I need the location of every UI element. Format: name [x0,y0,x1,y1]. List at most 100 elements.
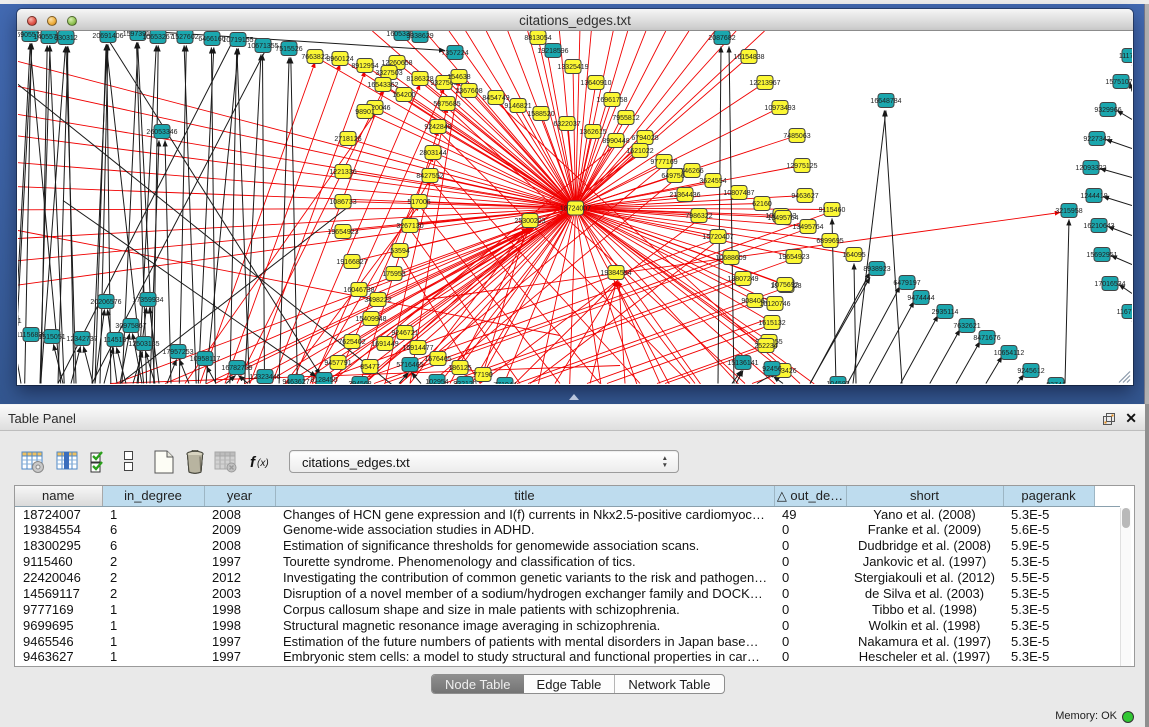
svg-text:9329966: 9329966 [1094,107,1121,114]
svg-text:10654112: 10654112 [994,350,1025,357]
svg-text:102954: 102954 [425,379,448,384]
svg-text:111724: 111724 [1119,53,1132,60]
svg-text:16914477: 16914477 [402,345,433,352]
svg-text:3267130: 3267130 [396,223,423,230]
svg-text:1244419: 1244419 [1080,193,1107,200]
svg-text:7632621: 7632621 [953,323,980,330]
svg-text:9115460: 9115460 [819,207,846,214]
svg-text:2087682: 2087682 [708,35,735,42]
svg-text:517006: 517006 [407,199,430,206]
svg-text:19218596: 19218596 [537,48,568,55]
svg-text:9227342: 9227342 [1083,136,1110,143]
svg-text:7625402: 7625402 [338,339,365,346]
svg-text:15136141: 15136141 [727,360,758,367]
svg-text:83741: 83741 [1046,382,1066,384]
svg-text:7663822: 7663822 [301,54,328,61]
svg-text:13495764: 13495764 [767,215,798,222]
svg-text:19384554: 19384554 [600,270,631,277]
svg-text:7515526: 7515526 [275,46,302,53]
svg-text:f: f [250,454,257,471]
svg-text:16782759: 16782759 [221,365,252,372]
svg-text:1086733: 1086733 [329,199,356,206]
svg-text:9463627: 9463627 [282,379,309,384]
svg-text:1362615: 1362615 [579,129,606,136]
svg-text:1167534: 1167534 [1117,309,1132,316]
svg-text:8938923: 8938923 [863,266,890,273]
svg-text:10671355: 10671355 [247,43,278,50]
svg-text:2718126: 2718126 [334,136,361,143]
svg-text:(x): (x) [257,458,269,469]
svg-text:9474444: 9474444 [907,295,934,302]
svg-text:53594: 53594 [390,248,410,255]
svg-text:8427552: 8427552 [416,173,443,180]
svg-text:26053346: 26053346 [146,129,177,136]
svg-text:6479197: 6479197 [893,280,920,287]
svg-text:1691449: 1691449 [371,341,398,348]
svg-text:164200: 164200 [392,92,415,99]
svg-text:3327503: 3327503 [375,70,402,77]
svg-text:335061: 335061 [18,318,22,325]
svg-text:16120746: 16120746 [759,301,790,308]
svg-text:9463627: 9463627 [791,193,818,200]
svg-text:9777169: 9777169 [650,159,677,166]
svg-text:15720407: 15720407 [702,234,733,241]
svg-text:1621022: 1621022 [626,148,653,155]
svg-text:252234: 252234 [754,343,777,350]
svg-text:8128455: 8128455 [310,377,337,384]
svg-text:15751074: 15751074 [1105,79,1132,86]
svg-text:16046738: 16046738 [343,287,374,294]
svg-text:1527602: 1527602 [171,34,198,41]
svg-text:12093322: 12093322 [1075,165,1106,172]
svg-text:25300203: 25300203 [514,218,545,225]
svg-text:13640910: 13640910 [580,80,611,87]
svg-text:85477: 85477 [360,364,380,371]
svg-text:9246721: 9246721 [391,330,418,337]
svg-text:8960124: 8960124 [326,56,353,63]
svg-text:16154838: 16154838 [733,54,764,61]
svg-text:20691406: 20691406 [92,33,123,40]
svg-text:92456: 92456 [762,366,782,373]
svg-text:16648784: 16648784 [870,98,901,105]
svg-text:12342737: 12342737 [66,336,97,343]
svg-text:2803144: 2803144 [419,150,446,157]
svg-text:12213967: 12213967 [749,80,780,87]
svg-text:3215958: 3215958 [1055,208,1082,215]
svg-text:17957253: 17957253 [162,349,193,356]
svg-text:6322037: 6322037 [553,121,580,128]
svg-text:932120: 932120 [453,381,476,384]
svg-text:77190: 77190 [473,372,493,379]
svg-text:154638: 154638 [447,74,470,81]
svg-text:20206576: 20206576 [90,299,121,306]
svg-text:164095: 164095 [842,252,865,259]
svg-text:1588520: 1588520 [527,111,554,118]
svg-text:18724007: 18724007 [560,205,591,212]
svg-text:62160: 62160 [752,201,772,208]
svg-text:19166827: 19166827 [336,259,367,266]
svg-text:1515051: 1515051 [38,334,65,341]
svg-text:15692951: 15692951 [1086,252,1117,259]
svg-text:6794028: 6794028 [631,135,658,142]
svg-text:3498222: 3498222 [364,297,391,304]
svg-text:8990448: 8990448 [602,138,629,145]
svg-text:930312: 930312 [54,35,77,42]
svg-text:30975867: 30975867 [115,323,146,330]
svg-text:2367608: 2367608 [455,88,482,95]
svg-text:7485063: 7485063 [783,133,810,140]
svg-text:3624554: 3624554 [699,178,726,185]
svg-text:10807487: 10807487 [723,190,754,197]
svg-text:13495764: 13495764 [792,224,823,231]
svg-text:114519: 114519 [104,337,127,344]
svg-text:10688609: 10688609 [715,255,746,262]
svg-text:9338629: 9338629 [406,33,433,40]
svg-text:7955812: 7955812 [612,115,639,122]
svg-text:10958117: 10958117 [190,356,221,363]
svg-text:10653267: 10653267 [142,34,173,41]
svg-text:5716465: 5716465 [396,362,423,369]
svg-text:771944: 771944 [493,382,516,384]
svg-text:5875685: 5875685 [433,101,460,108]
svg-text:2935114: 2935114 [932,309,959,316]
svg-text:12503135: 12503135 [128,341,159,348]
svg-text:746266: 746266 [680,168,703,175]
svg-text:1576465: 1576465 [424,356,451,363]
svg-text:1615132: 1615132 [758,320,785,327]
